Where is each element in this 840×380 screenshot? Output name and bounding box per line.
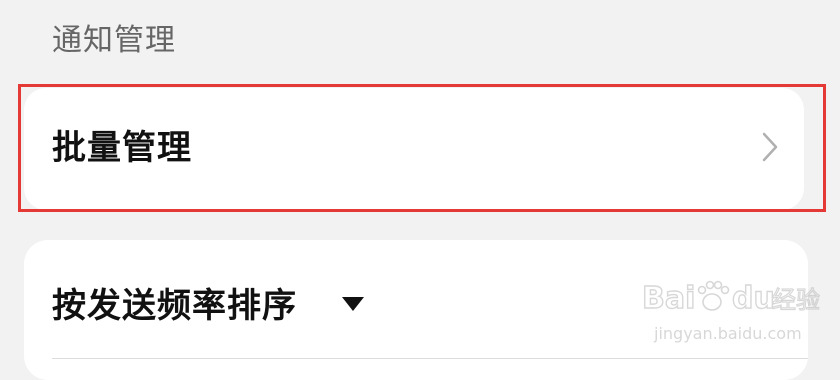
- batch-manage-label: 批量管理: [52, 128, 192, 168]
- baidu-jingyan-watermark: Bai du 经验 jingyan.baidu.com: [640, 276, 824, 356]
- chevron-right-icon: [762, 132, 778, 162]
- svg-text:du: du: [732, 281, 775, 316]
- svg-text:Bai: Bai: [642, 281, 695, 316]
- svg-text:经验: 经验: [772, 286, 820, 314]
- section-title: 通知管理: [52, 23, 176, 58]
- watermark-url: jingyan.baidu.com: [654, 324, 802, 343]
- sort-order-label: 按发送频率排序: [52, 286, 297, 326]
- divider: [52, 358, 808, 359]
- caret-down-icon[interactable]: [340, 295, 366, 313]
- baidu-jingyan-logo: Bai du 经验: [641, 280, 820, 316]
